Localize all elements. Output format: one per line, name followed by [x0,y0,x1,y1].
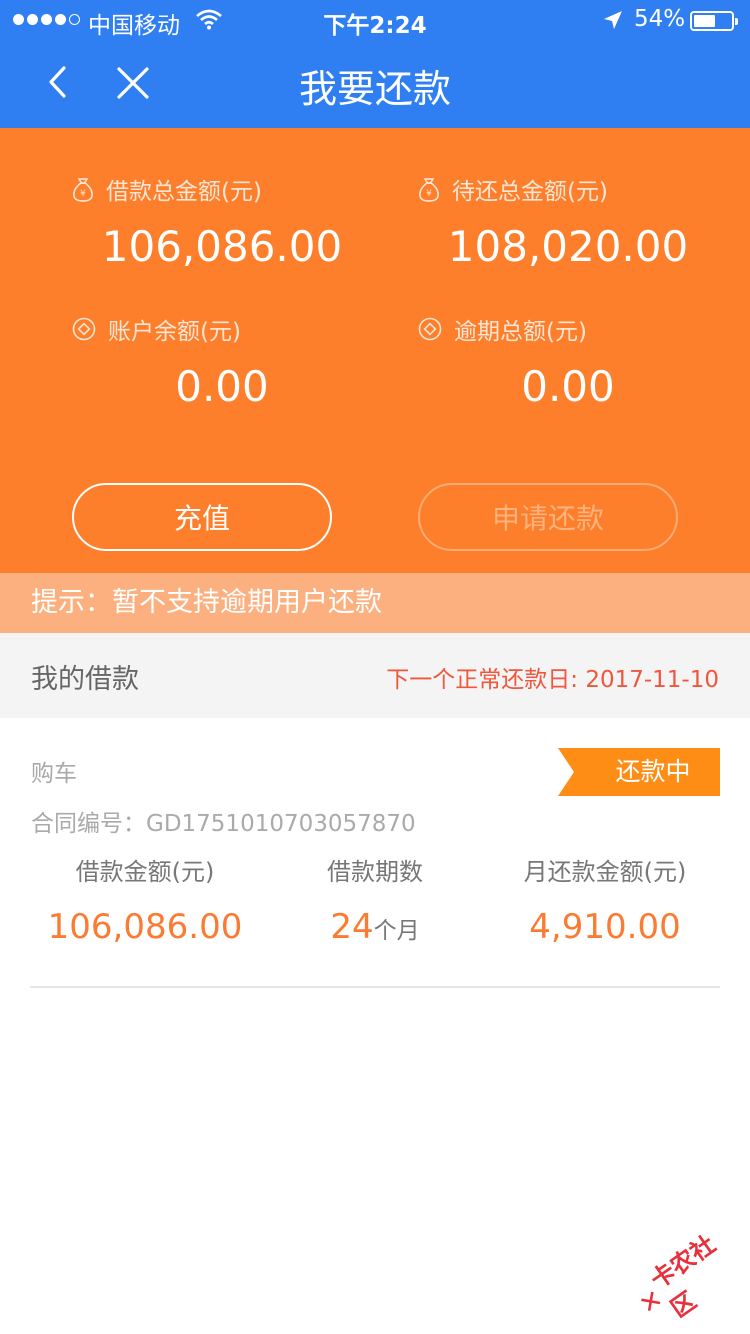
battery-icon [690,11,738,31]
overdue-label: 逾期总额(元) [454,319,587,345]
svg-text:¥: ¥ [426,189,432,199]
total-loan-label: 借款总金额(元) [106,179,262,205]
status-badge-label: 还款中 [615,757,691,786]
next-due-date: 下一个正常还款日: 2017-11-10 [386,667,719,693]
svg-text:¥: ¥ [80,189,86,199]
total-loan-value: 106,086.00 [101,222,343,271]
loan-term-label: 借款期数 [327,858,423,886]
money-bag-icon: ¥ [419,178,439,202]
loan-term-value: 24 [330,907,374,947]
location-arrow-icon [604,11,622,29]
top-bar: 中国移动 下午2:24 54% 我要还款 [0,0,750,128]
contract-number: 合同编号：GD1751010703057870 [31,811,416,837]
loan-amount-column: 借款金额(元) 106,086.00 [30,852,260,947]
balance-stat: 账户余额(元) 0.00 [72,314,372,411]
loan-term-column: 借款期数 24个月 [280,852,470,947]
overdue-value: 0.00 [521,362,615,411]
notice-banner: 提示：暂不支持逾期用户还款 [0,573,750,633]
total-due-label: 待还总金额(元) [452,179,608,205]
loan-term-unit: 个月 [373,918,420,944]
balance-value: 0.00 [175,362,269,411]
money-bag-icon: ¥ [73,178,93,202]
my-loans-header: 我的借款 下一个正常还款日: 2017-11-10 [0,633,750,718]
status-bar: 中国移动 下午2:24 54% [0,0,750,40]
monthly-payment-label: 月还款金额(元) [523,858,687,886]
monthly-payment-column: 月还款金额(元) 4,910.00 [490,852,720,947]
loan-purpose: 购车 [31,761,77,787]
total-due-stat: ¥ 待还总金额(元) 108,020.00 [418,174,718,271]
repayment-summary: ¥ 借款总金额(元) 106,086.00 ¥ 待还总金额(元) 108,020… [0,128,750,573]
battery-percent: 54% [634,6,686,32]
total-due-value: 108,020.00 [447,222,689,271]
divider [30,986,720,988]
balance-label: 账户余额(元) [108,319,241,345]
total-loan-stat: ¥ 借款总金额(元) 106,086.00 [72,174,372,271]
loan-amount-label: 借款金额(元) [75,858,215,886]
coin-icon [418,317,442,341]
watermark-logo: ✕ 卡农社区 [623,1212,750,1334]
monthly-payment-value: 4,910.00 [529,907,681,947]
my-loans-title: 我的借款 [31,664,139,695]
overdue-stat: 逾期总额(元) 0.00 [418,314,718,411]
page-title: 我要还款 [298,67,451,111]
coin-icon [72,317,96,341]
apply-repayment-button[interactable]: 申请还款 [418,483,678,551]
loan-amount-value: 106,086.00 [47,907,243,947]
recharge-button[interactable]: 充值 [72,483,332,551]
